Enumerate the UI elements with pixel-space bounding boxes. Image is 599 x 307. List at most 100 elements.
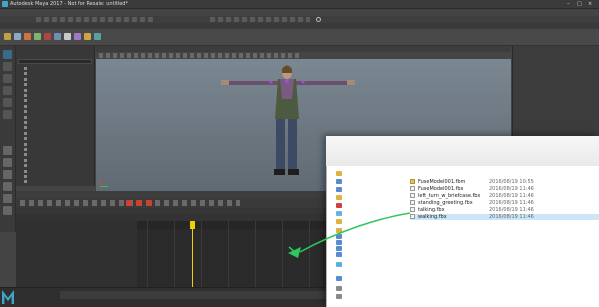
- shelf-tool-icon[interactable]: [74, 33, 81, 40]
- viewport-toolbar-icons[interactable]: [99, 53, 299, 58]
- nav-folder-icon: [336, 294, 342, 299]
- te-key-icon[interactable]: [136, 200, 142, 206]
- outliner-node-icon: [24, 72, 27, 76]
- outliner-node-icon: [24, 175, 27, 178]
- shelf-tool-icon[interactable]: [94, 33, 101, 40]
- shelf-tool-icon[interactable]: [64, 33, 71, 40]
- nav-folder-icon: [336, 179, 342, 184]
- select-tool-icon[interactable]: [3, 50, 12, 59]
- shelf-tool-icon[interactable]: [44, 33, 51, 40]
- maya-logo-icon: [2, 1, 8, 7]
- outliner-node-icon: [24, 180, 27, 184]
- outliner-node-icon: [24, 77, 27, 81]
- outliner-node-icon: [24, 99, 27, 103]
- file-date: 2016/08/19 11:46: [489, 199, 534, 206]
- nav-folder-icon: [336, 187, 342, 192]
- nav-folder-icon: [336, 252, 342, 257]
- status-search-icon[interactable]: [316, 17, 321, 22]
- te-key-icon[interactable]: [126, 200, 132, 206]
- nav-folder-icon: [336, 286, 342, 291]
- lasso-tool-icon[interactable]: [3, 62, 12, 71]
- file-name: FuseModel001.fbx: [418, 185, 464, 192]
- outliner-node-icon: [24, 67, 27, 70]
- file-date: 2016/08/19 10:55: [489, 179, 534, 185]
- explorer-nav-pane: [330, 166, 400, 307]
- nav-folder-icon: [336, 219, 342, 224]
- title-bar: Autodesk Maya 2017 - Not for Resale: unt…: [0, 0, 599, 9]
- window-title: Autodesk Maya 2017 - Not for Resale: unt…: [10, 1, 128, 7]
- outliner-node-icon: [24, 110, 27, 114]
- outliner-node-icon: [24, 142, 27, 146]
- layout-single-icon[interactable]: [3, 146, 12, 155]
- file-row[interactable]: left_turn_w_briefcase.fbx 2016/08/19 11:4…: [410, 192, 599, 199]
- shelf-tool-icon[interactable]: [84, 33, 91, 40]
- layout-four-icon[interactable]: [3, 158, 12, 167]
- file-date: 2016/08/19 11:46: [489, 213, 534, 220]
- fbx-file-icon: [410, 199, 415, 205]
- te-key-icon[interactable]: [146, 200, 152, 206]
- scale-tool-icon[interactable]: [3, 110, 12, 119]
- shelf-tool-icon[interactable]: [34, 33, 41, 40]
- outliner-node-icon: [24, 94, 27, 97]
- file-name: FuseModel001.fbm: [418, 179, 466, 185]
- shelf-tool-icon[interactable]: [24, 33, 31, 40]
- file-name: walking.fbx: [418, 213, 447, 220]
- outliner-node-icon: [24, 153, 27, 157]
- outliner-node-icon: [24, 137, 27, 141]
- outliner-node-icon: [24, 83, 27, 87]
- shelf-tool-icon[interactable]: [4, 33, 11, 40]
- file-date: 2016/08/19 11:46: [489, 185, 534, 192]
- file-row[interactable]: talking.fbx 2016/08/19 11:46: [410, 206, 599, 213]
- status-icons: [36, 17, 156, 22]
- maximize-icon[interactable]: □: [577, 1, 585, 7]
- shelf-tool-icon[interactable]: [54, 33, 61, 40]
- layout-outliner-icon[interactable]: [3, 170, 12, 179]
- file-date: 2016/08/19 11:46: [489, 192, 534, 199]
- outliner-node-icon: [24, 158, 27, 162]
- outliner-node-icon: [24, 131, 27, 135]
- outliner-node-icon: [24, 88, 27, 92]
- outliner-item[interactable]: [24, 179, 29, 185]
- folder-icon: [410, 179, 415, 184]
- file-row[interactable]: walking.fbx 2016/08/19 11:46: [410, 213, 599, 220]
- nav-folder-icon: [336, 228, 342, 233]
- nav-folder-icon: [336, 246, 342, 251]
- fbx-file-icon: [410, 185, 415, 191]
- render-icons: [210, 17, 310, 22]
- status-line: [0, 16, 599, 23]
- fbx-file-icon: [410, 213, 415, 219]
- fbx-file-icon: [410, 192, 415, 198]
- outliner-search-input[interactable]: [18, 59, 92, 64]
- nav-folder-icon: [336, 171, 342, 176]
- file-row[interactable]: FuseModel001.fbm 2016/08/19 10:55: [410, 179, 599, 185]
- file-name: standing_greeting.fbx: [418, 199, 473, 206]
- te-track-list: [16, 221, 137, 287]
- shelf-bar: [0, 29, 599, 46]
- outliner-panel: [16, 46, 95, 186]
- close-icon[interactable]: ×: [588, 1, 596, 7]
- outliner-node-icon: [24, 121, 27, 124]
- rotate-tool-icon[interactable]: [3, 98, 12, 107]
- outliner-node-icon: [24, 115, 27, 119]
- nav-folder-icon: [336, 262, 342, 267]
- move-tool-icon[interactable]: [3, 86, 12, 95]
- nav-folder-icon: [336, 203, 342, 208]
- layout-time-editor-icon[interactable]: [3, 194, 12, 203]
- minimize-icon[interactable]: –: [567, 1, 575, 7]
- nav-folder-icon: [336, 211, 342, 216]
- nav-folder-icon: [336, 195, 342, 200]
- outliner-node-icon: [24, 104, 27, 108]
- file-date: 2016/08/19 11:46: [489, 206, 534, 213]
- layout-extra-icon[interactable]: [3, 206, 12, 215]
- maya-m-logo-icon: [2, 290, 14, 304]
- outliner-node-icon: [24, 169, 27, 173]
- paint-tool-icon[interactable]: [3, 74, 12, 83]
- file-row[interactable]: standing_greeting.fbx 2016/08/19 11:46: [410, 199, 599, 206]
- file-row[interactable]: FuseModel001.fbx 2016/08/19 11:46: [410, 185, 599, 192]
- nav-folder-icon: [336, 234, 342, 239]
- main-menu-bar: [0, 9, 599, 16]
- shelf-tool-icon[interactable]: [14, 33, 21, 40]
- outliner-node-icon: [24, 148, 27, 151]
- toolbox: [0, 46, 16, 232]
- layout-graph-icon[interactable]: [3, 182, 12, 191]
